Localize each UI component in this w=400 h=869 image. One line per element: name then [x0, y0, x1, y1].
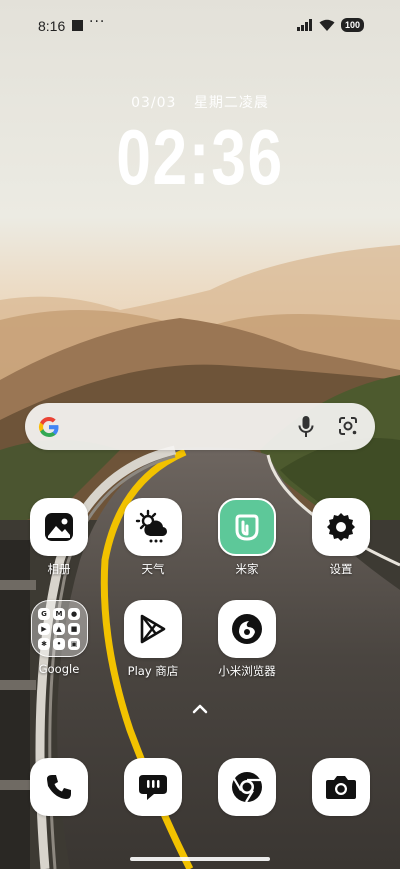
date-text: 03/03: [131, 95, 177, 111]
photos-mini-icon: ✱: [38, 637, 50, 650]
play-store-icon: [140, 614, 166, 644]
app-settings[interactable]: 设置: [301, 498, 381, 577]
app-label: Google: [38, 662, 80, 676]
settings-tile: [312, 498, 370, 556]
dock-phone[interactable]: [19, 758, 99, 816]
google-folder-tile: G M ● ▶ ▲ ■ ✱ • ▣: [30, 600, 88, 657]
battery-level: 100: [340, 18, 364, 32]
app-weather[interactable]: 天气: [113, 498, 193, 577]
messages-icon: [139, 775, 167, 800]
app-label: 相册: [47, 562, 71, 576]
gallery-icon: [45, 513, 73, 541]
lens-icon[interactable]: [337, 415, 359, 437]
app-label: 天气: [141, 562, 165, 576]
notification-square-icon: [72, 20, 83, 31]
drive-mini-icon: ▲: [53, 622, 65, 635]
weather-tile: [124, 498, 182, 556]
browser-tile: [218, 600, 276, 658]
dock-chrome[interactable]: [207, 758, 287, 816]
lock-clock[interactable]: 02:36: [40, 112, 360, 203]
status-bar: 8:16 ··· 100: [0, 0, 400, 56]
youtube-mini-icon: ▶: [38, 622, 50, 635]
google-mini-icon: G: [38, 607, 50, 620]
phone-tile: [30, 758, 88, 816]
app-mihome[interactable]: 米家: [207, 498, 287, 577]
google-g-icon: [38, 417, 59, 438]
dock-camera[interactable]: [301, 758, 381, 816]
gmail-mini-icon: M: [53, 607, 65, 620]
assistant-mini-icon: •: [53, 637, 65, 650]
folder-google[interactable]: G M ● ▶ ▲ ■ ✱ • ▣ Google: [19, 600, 99, 676]
folder-grid: G M ● ▶ ▲ ■ ✱ • ▣: [38, 607, 80, 650]
gear-icon: [327, 513, 355, 541]
status-icons: 100: [296, 18, 364, 32]
home-indicator[interactable]: [130, 857, 270, 861]
camera-tile: [312, 758, 370, 816]
app-play-store[interactable]: Play 商店: [113, 600, 193, 679]
messages-tile: [124, 758, 182, 816]
play-tile: [124, 600, 182, 658]
app-mi-browser[interactable]: 小米浏览器: [207, 600, 287, 679]
weekday-text: 星期二凌晨: [193, 95, 269, 111]
browser-icon: [232, 614, 262, 644]
phone-icon: [47, 775, 71, 799]
app-label: 米家: [235, 562, 259, 576]
signal-icon: [296, 19, 312, 31]
gallery-tile: [30, 498, 88, 556]
weather-icon: [135, 509, 168, 543]
mihome-icon: [235, 514, 259, 541]
wifi-icon: [319, 19, 335, 31]
more-notifications-icon: ···: [89, 14, 106, 30]
app-gallery[interactable]: 相册: [19, 498, 99, 577]
chrome-icon: [232, 772, 262, 803]
dock-messages[interactable]: [113, 758, 193, 816]
status-time: 8:16: [38, 18, 66, 34]
camera-icon: [326, 776, 356, 799]
chevron-up-icon: [192, 704, 208, 714]
meet-mini-icon: ■: [68, 622, 80, 635]
maps-mini-icon: ●: [68, 607, 80, 620]
app-label: 小米浏览器: [218, 664, 276, 678]
mic-icon[interactable]: [297, 415, 315, 439]
app-label: 设置: [329, 562, 353, 576]
mihome-tile: [218, 498, 276, 556]
app-label: Play 商店: [127, 664, 179, 678]
google-search-bar[interactable]: [25, 403, 375, 450]
files-mini-icon: ▣: [68, 637, 80, 650]
chrome-tile: [218, 758, 276, 816]
app-drawer-arrow[interactable]: [188, 700, 212, 720]
lock-date: 03/03 星期二凌晨: [0, 92, 400, 112]
